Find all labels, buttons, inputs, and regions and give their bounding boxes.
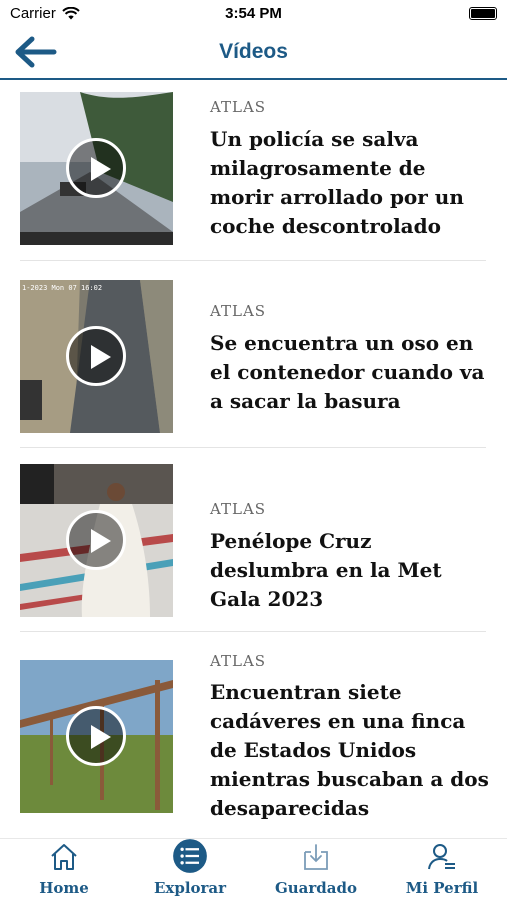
video-feed[interactable]: ATLAS Un policía se salva milagrosamente… (0, 82, 507, 838)
section-label: ATLAS (210, 302, 267, 320)
tab-label: Home (39, 879, 89, 897)
tab-home[interactable]: Home (1, 839, 127, 900)
section-label: ATLAS (210, 500, 267, 518)
article-title[interactable]: Penélope Cruz deslumbra en la Met Gala 2… (210, 527, 490, 614)
tab-explorar[interactable]: Explorar (127, 839, 253, 900)
tab-label: Guardado (274, 879, 358, 897)
article-title[interactable]: Un policía se salva milagrosamente de mo… (210, 125, 490, 241)
section-label: ATLAS (210, 98, 267, 116)
tab-label: Explorar (153, 879, 227, 897)
thumbnail-timestamp: 1-2023 Mon 07 16:02 (22, 284, 103, 292)
nav-bar: Vídeos (0, 28, 507, 80)
video-thumbnail[interactable] (20, 92, 173, 245)
status-time: 3:54 PM (225, 5, 282, 22)
article-card[interactable]: ATLAS Encuentran siete cadáveres en una … (20, 652, 489, 838)
article-card[interactable]: ATLAS Un policía se salva milagrosamente… (20, 92, 486, 261)
battery-icon (469, 7, 497, 20)
play-icon[interactable] (66, 510, 126, 570)
profile-icon (428, 844, 455, 870)
section-label: ATLAS (210, 652, 267, 670)
video-thumbnail[interactable] (20, 464, 173, 617)
video-thumbnail[interactable] (20, 660, 173, 813)
status-bar: Carrier 3:54 PM (0, 0, 507, 28)
video-thumbnail[interactable]: 1-2023 Mon 07 16:02 (20, 280, 173, 433)
article-title[interactable]: Encuentran siete cadáveres en una finca … (210, 678, 490, 823)
tab-bar: Home Explorar Guardado Mi Perfil (0, 838, 507, 900)
article-title[interactable]: Se encuentra un oso en el contenedor cua… (210, 329, 490, 416)
home-icon (51, 844, 77, 870)
play-icon[interactable] (66, 706, 126, 766)
page-title: Vídeos (219, 40, 288, 63)
tab-label: Mi Perfil (405, 879, 479, 897)
tab-guardado[interactable]: Guardado (253, 839, 379, 900)
article-card[interactable]: ATLAS Penélope Cruz deslumbra en la Met … (20, 464, 486, 632)
explore-list-icon (173, 839, 207, 873)
play-icon[interactable] (66, 138, 126, 198)
tab-mi-perfil[interactable]: Mi Perfil (379, 839, 505, 900)
saved-download-icon (304, 844, 328, 870)
article-card[interactable]: 1-2023 Mon 07 16:02 ATLAS Se encuentra u… (20, 280, 486, 448)
play-icon[interactable] (66, 326, 126, 386)
